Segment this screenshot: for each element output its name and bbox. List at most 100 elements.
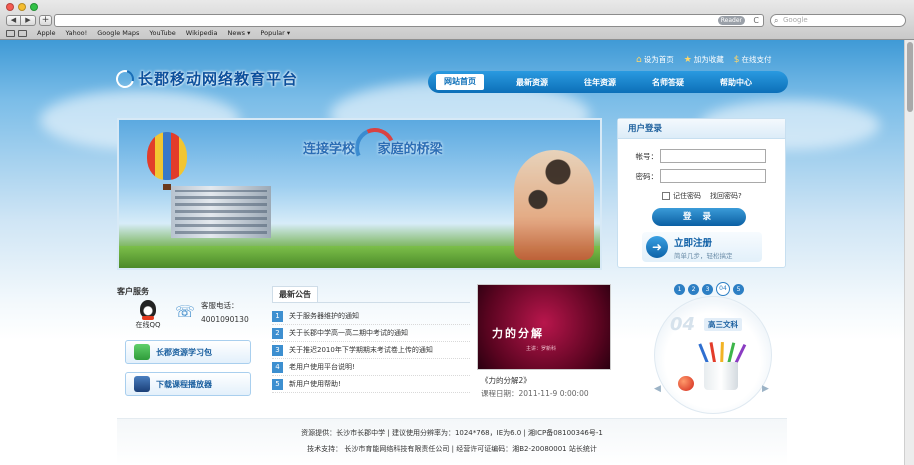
close-window-icon[interactable] bbox=[6, 3, 14, 11]
phone-number: 4001090130 bbox=[201, 315, 249, 324]
video-lecturer: 主讲：罗新科 bbox=[526, 346, 557, 352]
footer-line-2: 技术支持： 长沙市育能网络科技有限责任公司 | 经营许可证编码：湘B2-2008… bbox=[307, 445, 597, 453]
video-caption-link[interactable]: 《力的分解2》 bbox=[481, 375, 531, 386]
grade-carousel: 1 2 3 04 5 04 高三文科 ◀ ▶ bbox=[640, 282, 790, 414]
password-label: 密码： bbox=[635, 171, 659, 181]
bookmark-wikipedia[interactable]: Wikipedia bbox=[186, 29, 218, 37]
reading-list-icon[interactable] bbox=[6, 29, 15, 37]
course-video-thumbnail[interactable]: 力的分解 主讲：罗新科 bbox=[477, 284, 611, 370]
register-label: 立即注册 bbox=[674, 237, 713, 249]
announcement-list: 1 关于服务器维护的通知 2 关于长郡中学高一高二期中考试的通知 3 关于推迟2010… bbox=[272, 308, 470, 393]
nav-latest-resources[interactable]: 最新资源 bbox=[498, 77, 566, 88]
star-icon: ★ bbox=[683, 54, 692, 65]
list-item[interactable]: 2 关于长郡中学高一高二期中考试的通知 bbox=[272, 325, 470, 342]
login-button[interactable]: 登 录 bbox=[652, 208, 746, 226]
payment-icon: $ bbox=[733, 54, 740, 65]
family-reading-image bbox=[514, 150, 594, 260]
account-label: 帐号： bbox=[635, 151, 659, 161]
new-tab-button[interactable]: + bbox=[39, 15, 52, 26]
grade-dot-5[interactable]: 5 bbox=[733, 284, 744, 295]
browser-search-input[interactable]: Google bbox=[770, 14, 906, 27]
top-sites-icon[interactable] bbox=[18, 29, 27, 37]
hot-air-balloon-image bbox=[147, 132, 187, 180]
list-item[interactable]: 1 关于服务器维护的通知 bbox=[272, 308, 470, 325]
customer-service-panel: 客户服务 在线QQ ☏ 客服电话： 4001090130 长郡资源学习包 下载课… bbox=[117, 286, 257, 396]
media-player-icon bbox=[134, 376, 150, 392]
grade-dot-2[interactable]: 2 bbox=[688, 284, 699, 295]
grade-dot-3[interactable]: 3 bbox=[702, 284, 713, 295]
password-input[interactable] bbox=[660, 169, 766, 183]
announcements-panel: 最新公告 1 关于服务器维护的通知 2 关于长郡中学高一高二期中考试的通知 3 关于推… bbox=[272, 286, 470, 393]
bookmark-youtube[interactable]: YouTube bbox=[149, 29, 175, 37]
forward-button[interactable]: ▶ bbox=[21, 15, 36, 26]
video-date: 课程日期：2011-11-9 0:00:00 bbox=[481, 389, 589, 398]
register-button[interactable]: ➜ 立即注册 简单几步，轻松搞定 bbox=[642, 232, 762, 262]
reload-icon[interactable]: C bbox=[753, 15, 759, 26]
minimize-window-icon[interactable] bbox=[18, 3, 26, 11]
gift-package-icon bbox=[134, 344, 150, 360]
logo-text: 长郡移动网络教育平台 bbox=[138, 70, 299, 88]
footer-line-1: 资源提供：长沙市长郡中学 | 建议使用分辨率为：1024*768，IE为6.0 … bbox=[301, 429, 603, 437]
site-logo[interactable]: 长郡移动网络教育平台 bbox=[112, 66, 299, 91]
logo-icon bbox=[112, 66, 138, 91]
bookmarks-bar: Apple Yahoo! Google Maps YouTube Wikiped… bbox=[6, 28, 290, 38]
bookmark-yahoo[interactable]: Yahoo! bbox=[66, 29, 88, 37]
nav-teacher-qa[interactable]: 名师答疑 bbox=[634, 77, 702, 88]
header-links: ⌂ 设为首页 ★ 加为收藏 $ 在线支付 bbox=[636, 54, 772, 65]
bookmark-popular[interactable]: Popular ▾ bbox=[260, 29, 290, 37]
nav-past-resources[interactable]: 往年资源 bbox=[566, 77, 634, 88]
back-button[interactable]: ◀ bbox=[6, 15, 21, 26]
apple-image bbox=[678, 376, 694, 391]
home-icon: ⌂ bbox=[636, 54, 642, 65]
web-page: ⌂ 设为首页 ★ 加为收藏 $ 在线支付 长郡移动网络教育平台 网站首页 最新资源 往… bbox=[0, 40, 904, 465]
list-item[interactable]: 4 老用户使用平台说明! bbox=[272, 359, 470, 376]
customer-service-title: 客户服务 bbox=[117, 287, 149, 296]
vertical-scrollbar[interactable] bbox=[904, 40, 914, 465]
login-title: 用户登录 bbox=[618, 119, 785, 139]
resource-pack-button[interactable]: 长郡资源学习包 bbox=[125, 340, 251, 364]
grade-dot-1[interactable]: 1 bbox=[674, 284, 685, 295]
address-bar[interactable]: Reader C bbox=[54, 14, 764, 27]
bookmark-apple[interactable]: Apple bbox=[37, 29, 56, 37]
tab-latest-announcements[interactable]: 最新公告 bbox=[272, 286, 318, 302]
remember-password-label: 记住密码 bbox=[673, 192, 701, 200]
add-favorite-link[interactable]: ★ 加为收藏 bbox=[684, 54, 724, 65]
carousel-prev-icon[interactable]: ◀ bbox=[654, 384, 661, 394]
hero-banner: 连接学校 家庭的桥梁 bbox=[117, 118, 602, 270]
grade-label[interactable]: 高三文科 bbox=[704, 318, 742, 331]
banner-slogan: 连接学校 家庭的桥梁 bbox=[303, 142, 443, 157]
main-nav: 网站首页 最新资源 往年资源 名师答疑 帮助中心 bbox=[428, 71, 788, 93]
register-subtitle: 简单几步，轻松搞定 bbox=[674, 251, 733, 260]
video-title: 力的分解 bbox=[492, 327, 544, 340]
remember-password-checkbox[interactable] bbox=[662, 192, 670, 200]
window-controls bbox=[6, 3, 38, 11]
set-homepage-link[interactable]: ⌂ 设为首页 bbox=[636, 54, 674, 65]
bookmark-news[interactable]: News ▾ bbox=[228, 29, 251, 37]
grade-dot-4-active[interactable]: 04 bbox=[716, 282, 730, 296]
online-qq-link[interactable]: 在线QQ bbox=[131, 300, 165, 330]
nav-help-center[interactable]: 帮助中心 bbox=[702, 77, 770, 88]
phone-icon: ☏ bbox=[175, 302, 196, 321]
forgot-password-link[interactable]: 找回密码? bbox=[710, 191, 742, 201]
login-panel: 用户登录 帐号： 密码： 记住密码 找回密码? 登 录 ➜ 立即注册 简单几步，… bbox=[617, 118, 786, 268]
zoom-window-icon[interactable] bbox=[30, 3, 38, 11]
school-building-image bbox=[171, 186, 271, 238]
reader-button[interactable]: Reader bbox=[717, 16, 745, 25]
history-buttons: ◀ ▶ bbox=[6, 15, 36, 26]
qq-penguin-icon bbox=[140, 300, 156, 320]
account-input[interactable] bbox=[660, 149, 766, 163]
scrollbar-thumb[interactable] bbox=[907, 42, 913, 112]
bookmark-google-maps[interactable]: Google Maps bbox=[97, 29, 139, 37]
grade-big-number: 04 bbox=[670, 314, 696, 335]
nav-home[interactable]: 网站首页 bbox=[436, 74, 484, 90]
online-payment-link[interactable]: $ 在线支付 bbox=[734, 54, 772, 65]
download-player-button[interactable]: 下载课程播放器 bbox=[125, 372, 251, 396]
grade-pager: 1 2 3 04 5 bbox=[674, 282, 744, 296]
carousel-next-icon[interactable]: ▶ bbox=[762, 384, 769, 394]
list-item[interactable]: 5 新用户使用帮助! bbox=[272, 376, 470, 393]
arrow-right-icon: ➜ bbox=[646, 236, 668, 258]
list-item[interactable]: 3 关于推迟2010年下学期期末考试卷上传的通知 bbox=[272, 342, 470, 359]
phone-label: 客服电话： bbox=[201, 301, 239, 310]
page-footer: 资源提供：长沙市长郡中学 | 建议使用分辨率为：1024*768，IE为6.0 … bbox=[117, 418, 787, 465]
pencil-cup-image bbox=[698, 338, 747, 390]
